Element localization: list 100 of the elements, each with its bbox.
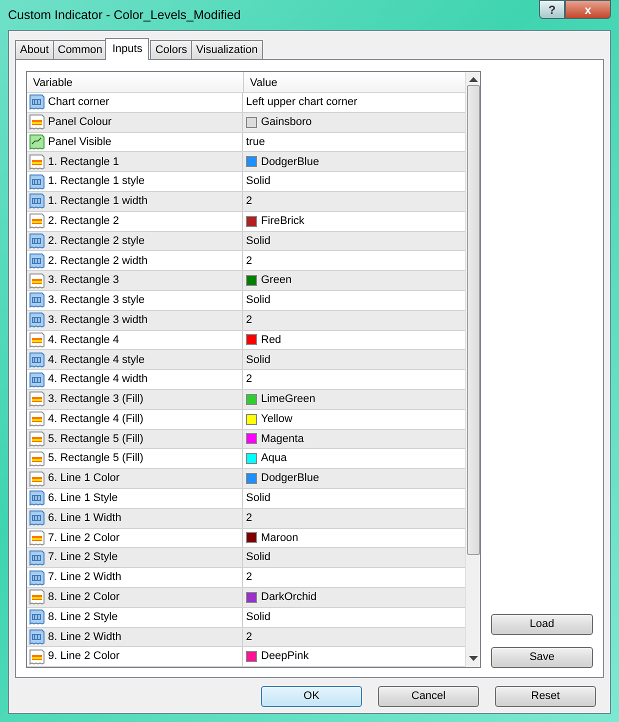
variable-name: 7. Line 2 Color (48, 530, 120, 546)
scroll-down-icon[interactable] (468, 656, 478, 662)
palette-icon (29, 530, 45, 546)
value-text[interactable]: 2 (246, 252, 252, 270)
variable-name: 3. Rectangle 3 (48, 273, 119, 288)
value-text[interactable]: 2 (246, 569, 252, 586)
scrollbar[interactable] (465, 72, 480, 667)
palette-icon (29, 450, 45, 467)
palette-icon (29, 430, 45, 447)
variable-name: Chart corner (48, 95, 110, 110)
variable-name: 9. Line 2 Color (48, 649, 120, 664)
variable-name: 7. Line 2 Style (48, 550, 118, 566)
value-text[interactable]: Solid (246, 173, 270, 190)
variable-name: 4. Rectangle 4 (48, 332, 119, 348)
value-text[interactable]: Red (261, 332, 282, 348)
value-text[interactable]: DodgerBlue (261, 154, 320, 170)
number-icon (29, 94, 45, 110)
palette-icon (29, 648, 45, 665)
value-text[interactable]: 2 (246, 371, 252, 388)
number-icon (29, 352, 45, 368)
close-button[interactable]: x (565, 0, 611, 19)
ok-button[interactable]: OK (261, 686, 362, 707)
variable-name: 8. Line 2 Style (48, 610, 118, 625)
help-button[interactable]: ? (539, 0, 565, 19)
tab[interactable]: About (15, 40, 54, 59)
value-text[interactable]: true (246, 134, 265, 150)
tab[interactable]: Colors (150, 40, 192, 59)
palette-icon (29, 213, 45, 230)
variable-name: 7. Line 2 Width (48, 570, 122, 586)
tab[interactable]: Inputs (105, 38, 150, 60)
number-icon (29, 193, 45, 210)
value-text[interactable]: Solid (246, 549, 270, 566)
reset-button[interactable]: Reset (495, 686, 596, 707)
variable-name: 8. Line 2 Width (48, 630, 122, 645)
variable-name: Panel Colour (48, 114, 112, 130)
value-text[interactable]: Solid (246, 352, 270, 368)
number-icon (29, 252, 45, 269)
variable-name: 1. Rectangle 1 style (48, 174, 145, 190)
variable-name: 3. Rectangle 3 style (48, 293, 145, 308)
variable-name: 6. Line 1 Width (48, 510, 122, 526)
number-icon (29, 312, 45, 328)
variable-name: Panel Visible (48, 134, 112, 150)
number-icon (29, 510, 45, 526)
palette-icon (29, 589, 45, 606)
number-icon (29, 609, 45, 626)
variable-name: 1. Rectangle 1 (48, 154, 119, 170)
value-text[interactable]: Solid (246, 232, 270, 250)
value-text[interactable]: Solid (246, 490, 270, 507)
variable-name: 8. Line 2 Color (48, 590, 120, 606)
value-text[interactable]: Magenta (261, 430, 304, 448)
number-icon (29, 570, 45, 586)
value-text[interactable]: Gainsboro (261, 114, 312, 130)
value-text[interactable]: Aqua (261, 450, 287, 467)
number-icon (29, 292, 45, 308)
palette-icon (29, 332, 45, 348)
scroll-up-icon[interactable] (468, 77, 478, 83)
variable-name: 6. Line 1 Color (48, 471, 120, 486)
value-text[interactable]: Left upper chart corner (246, 94, 358, 111)
palette-icon (29, 272, 45, 289)
variable-name: 2. Rectangle 2 width (48, 254, 148, 269)
number-icon (29, 372, 45, 388)
variable-name: 5. Rectangle 5 (Fill) (48, 432, 144, 447)
switch-icon (29, 134, 45, 150)
variable-name: 5. Rectangle 5 (Fill) (48, 451, 144, 466)
tab[interactable]: Common (52, 40, 108, 59)
value-text[interactable]: DarkOrchid (261, 589, 317, 606)
value-text[interactable]: FireBrick (261, 212, 304, 230)
palette-icon (29, 411, 45, 428)
variable-name: 1. Rectangle 1 width (48, 194, 148, 210)
value-text[interactable]: 2 (246, 312, 252, 328)
variable-name: 6. Line 1 Style (48, 491, 118, 506)
value-text[interactable]: LimeGreen (261, 391, 316, 408)
load-button[interactable]: Load (491, 614, 593, 635)
variable-name: 3. Rectangle 3 width (48, 312, 148, 328)
value-text[interactable]: DeepPink (261, 648, 309, 665)
column-header[interactable]: Value (244, 72, 284, 92)
value-text[interactable]: 2 (246, 628, 252, 646)
value-text[interactable]: 2 (246, 510, 252, 526)
column-header[interactable]: Variable (27, 72, 244, 92)
value-text[interactable]: DodgerBlue (261, 470, 320, 487)
variable-name: 4. Rectangle 4 style (48, 352, 145, 368)
number-icon (29, 174, 45, 190)
palette-icon (29, 391, 45, 408)
value-text[interactable]: Green (261, 272, 292, 289)
palette-icon (29, 114, 45, 130)
palette-icon (29, 154, 45, 170)
value-text[interactable]: Solid (246, 292, 270, 309)
value-text[interactable]: Solid (246, 608, 270, 626)
window-title: Custom Indicator - Color_Levels_Modified (8, 6, 241, 24)
number-icon (29, 550, 45, 566)
value-text[interactable]: Yellow (261, 410, 292, 428)
cancel-button[interactable]: Cancel (378, 686, 479, 707)
value-text[interactable]: Maroon (261, 530, 298, 546)
variable-name: 2. Rectangle 2 style (48, 234, 145, 249)
scroll-thumb[interactable] (466, 85, 480, 555)
value-text[interactable]: 2 (246, 193, 252, 210)
number-icon (29, 628, 45, 645)
save-button[interactable]: Save (491, 647, 593, 668)
variable-name: 4. Rectangle 4 width (48, 372, 148, 388)
tab[interactable]: Visualization (191, 40, 263, 59)
